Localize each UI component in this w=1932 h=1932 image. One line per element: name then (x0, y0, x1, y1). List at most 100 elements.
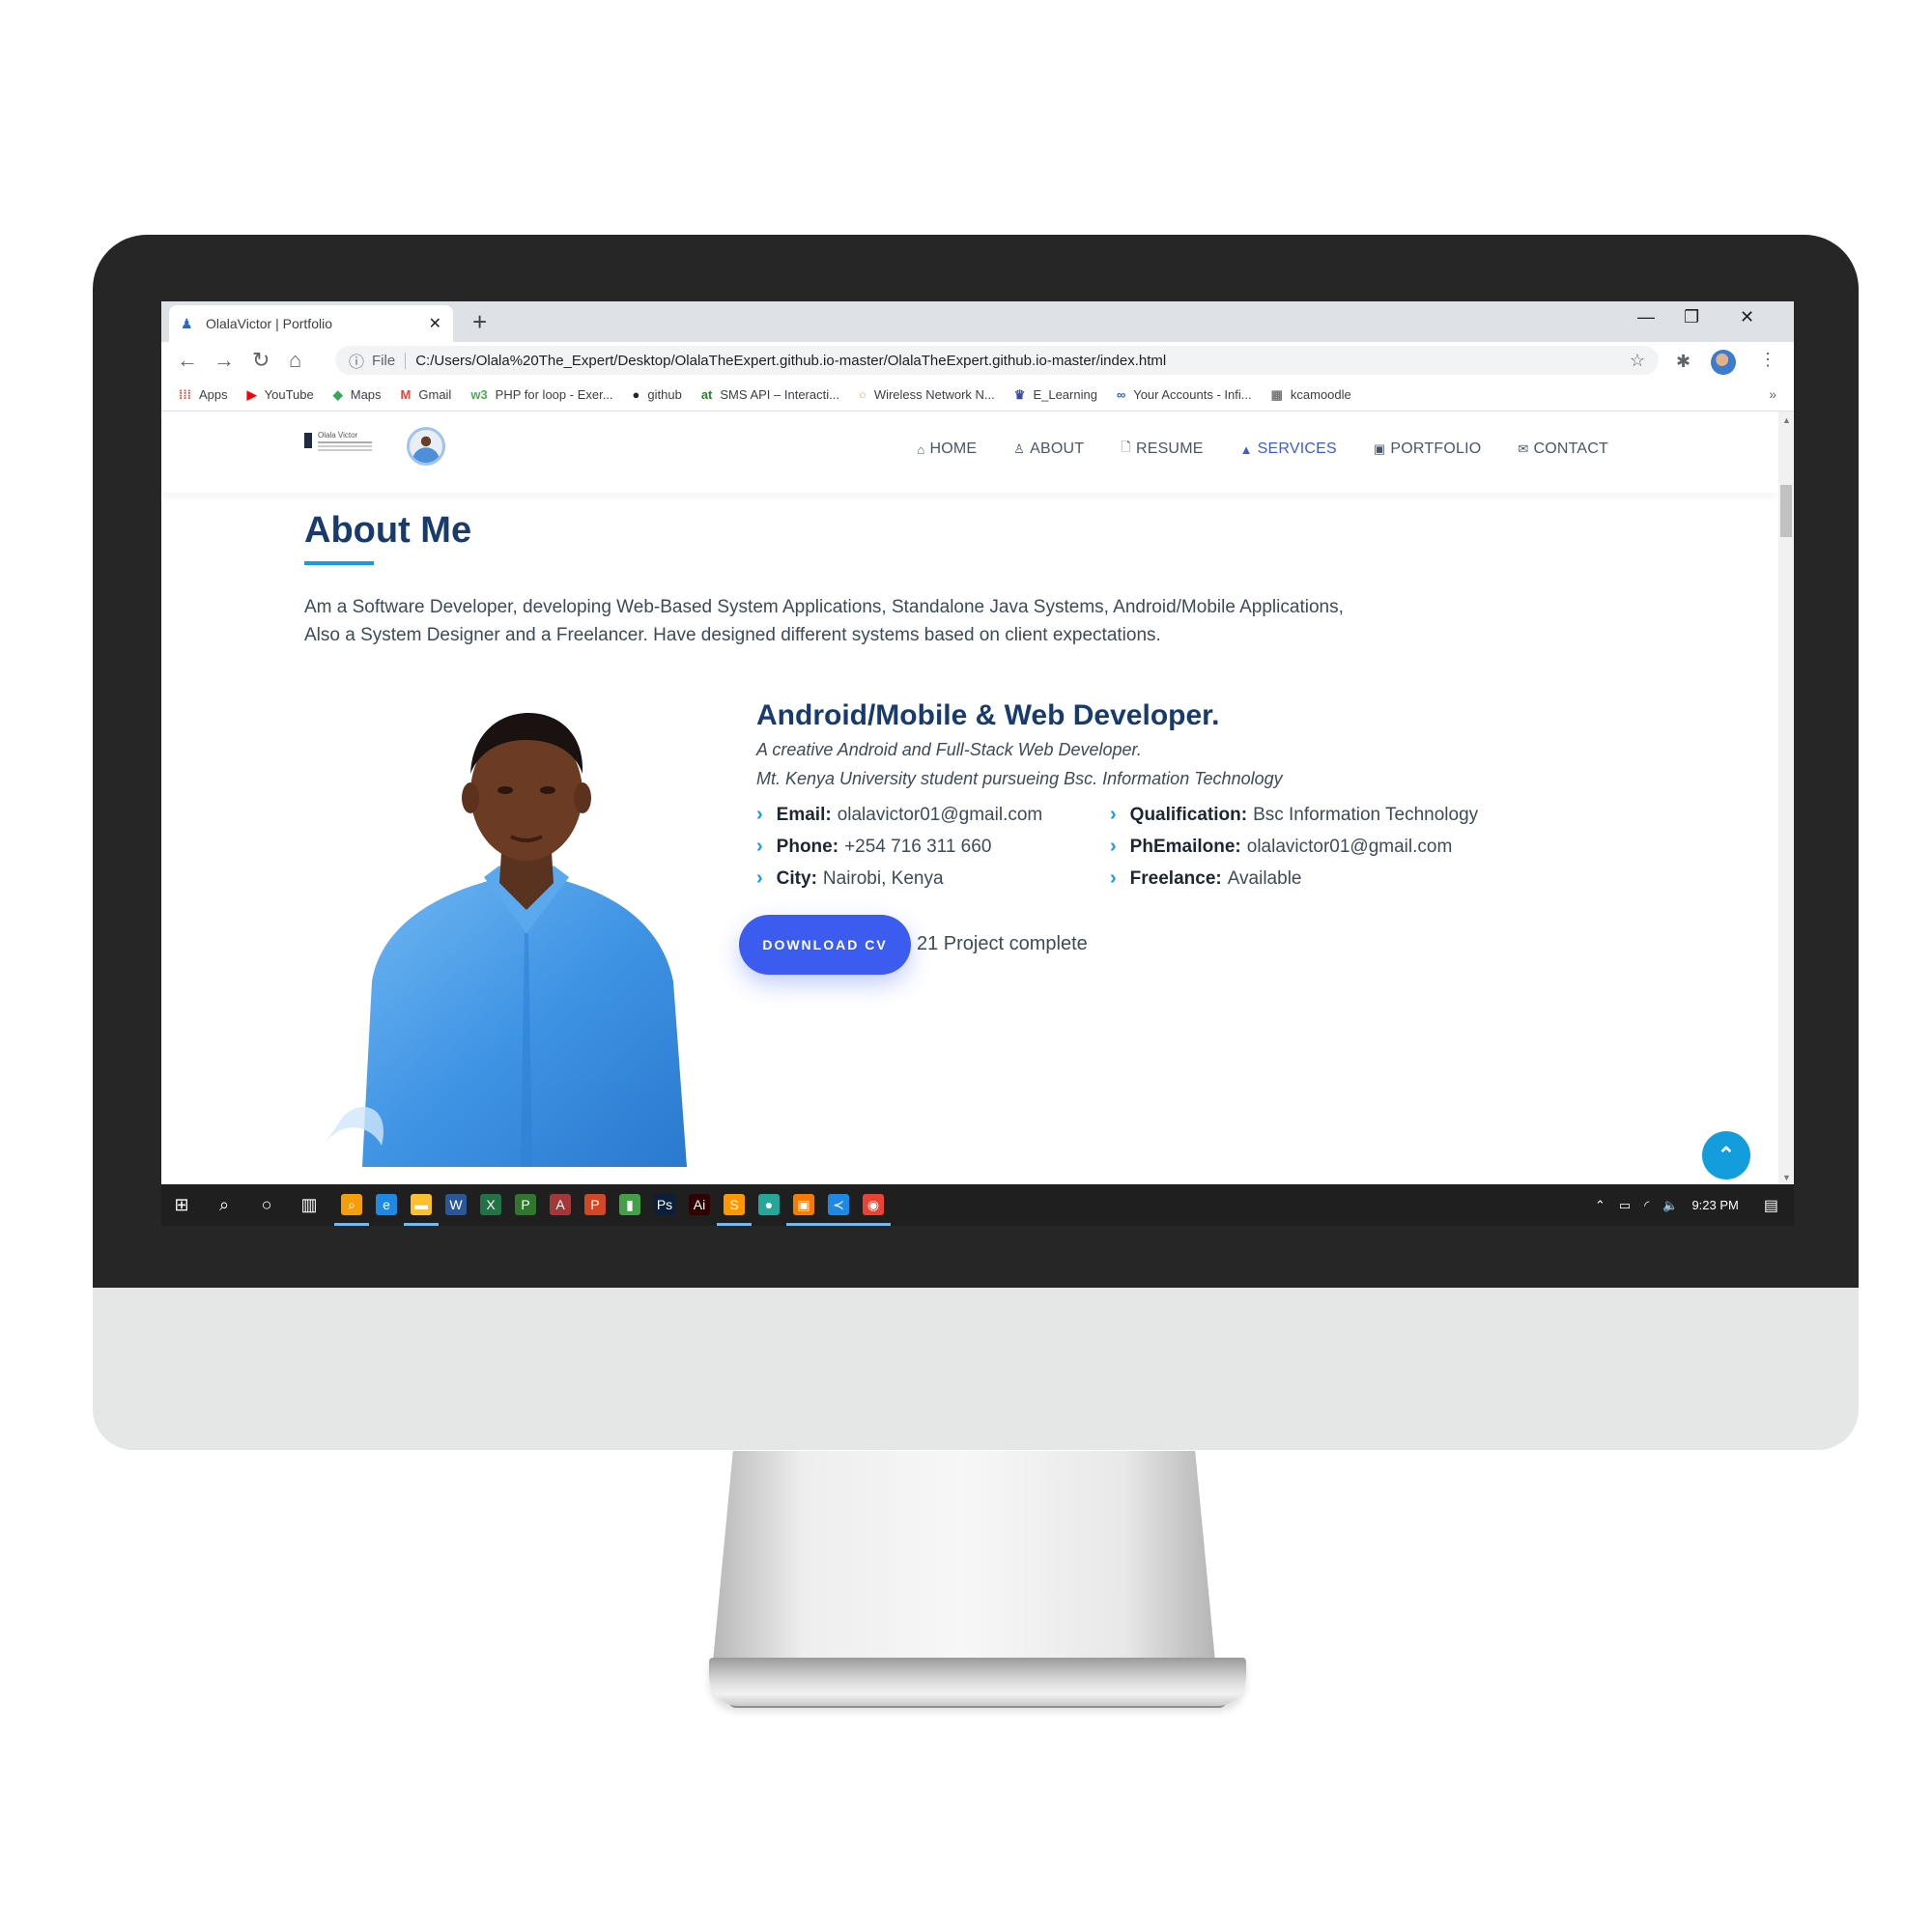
illustrator-icon[interactable]: Ai (689, 1194, 710, 1215)
bookmark-label: PHP for loop - Exer... (495, 387, 613, 402)
orange-app-icon[interactable]: ▣ (793, 1194, 814, 1215)
access-icon[interactable]: A (550, 1194, 571, 1215)
role-title: Android/Mobile & Web Developer. (756, 699, 1220, 731)
nav-resume[interactable]: 🗋 RESUME (1121, 439, 1203, 460)
window-close-button[interactable]: ✕ (1740, 307, 1754, 327)
info-value: Available (1227, 867, 1302, 889)
header-avatar[interactable] (407, 427, 445, 466)
cortana-icon[interactable]: ○ (256, 1194, 277, 1215)
excel-icon[interactable]: X (480, 1194, 501, 1215)
scroll-down-icon[interactable]: ▼ (1782, 1173, 1791, 1182)
maps-icon: ◆ (332, 386, 343, 402)
bookmark-label: Maps (350, 387, 382, 402)
green-app-icon[interactable]: ▮ (619, 1194, 640, 1215)
bookmark-star-icon[interactable]: ☆ (1630, 351, 1645, 371)
sms-icon: at (700, 387, 713, 402)
browser-tab-bar: ♟ OlalaVictor | Portfolio ✕ + — ❐ ✕ (161, 301, 1794, 342)
nav-home-icon: ⌂ (917, 441, 925, 457)
nav-about-icon: ♙ (1013, 441, 1026, 456)
bookmark-item[interactable]: ▶ YouTube (247, 387, 314, 403)
bookmark-item[interactable]: ○ Wireless Network N... (859, 387, 995, 403)
tab-close-icon[interactable]: ✕ (429, 314, 441, 333)
nav-label: PORTFOLIO (1390, 440, 1482, 457)
scrollbar-thumb[interactable] (1780, 485, 1792, 537)
elearning-icon: ♛ (1013, 386, 1026, 402)
url-text[interactable]: C:/Users/Olala%20The_Expert/Desktop/Olal… (415, 353, 1166, 369)
powerpoint-icon[interactable]: P (584, 1194, 606, 1215)
site-logo[interactable]: Olala Victor (304, 431, 374, 452)
info-value: Bsc Information Technology (1253, 804, 1479, 825)
clock[interactable]: 9:23 PM (1691, 1198, 1738, 1212)
github-icon: ● (632, 387, 640, 402)
edge-icon[interactable]: e (376, 1194, 397, 1215)
download-cv-button[interactable]: DOWNLOAD CV (739, 915, 911, 975)
back-to-top-button[interactable]: ⌃ (1702, 1131, 1750, 1179)
running-indicator (786, 1223, 821, 1226)
battery-icon[interactable]: ▭ (1619, 1198, 1631, 1213)
nav-contact[interactable]: ✉ CONTACT (1518, 439, 1608, 460)
infinity-icon: ∞ (1116, 387, 1126, 402)
home-icon[interactable]: ⌂ (289, 348, 301, 373)
photoshop-icon[interactable]: Ps (654, 1194, 675, 1215)
notification-icon[interactable]: ▤ (1764, 1196, 1778, 1215)
bookmark-item[interactable]: at SMS API – Interacti... (701, 387, 839, 403)
about-description: Am a Software Developer, developing Web-… (304, 593, 1463, 649)
task-view-icon[interactable]: ▥ (298, 1194, 320, 1215)
page-scrollbar[interactable]: ▲ ▼ (1778, 412, 1794, 1184)
bookmark-item[interactable]: ⁞⁞⁞ Apps (179, 387, 228, 403)
bookmark-item[interactable]: ● github (633, 387, 682, 403)
search-app-icon[interactable]: ⌕ (341, 1194, 362, 1215)
nav-services[interactable]: ▲ SERVICES (1240, 439, 1337, 460)
info-item: › Phone: +254 716 311 660 (756, 836, 991, 858)
bookmark-item[interactable]: M Gmail (401, 387, 452, 403)
site-info-icon[interactable]: ⓘ (349, 349, 364, 372)
new-tab-button[interactable]: + (472, 307, 487, 337)
file-explorer-icon[interactable]: ▬ (411, 1194, 432, 1215)
green-circle-icon[interactable]: ● (758, 1194, 780, 1215)
nav-portfolio[interactable]: ▣ PORTFOLIO (1374, 439, 1481, 460)
nav-about[interactable]: ♙ ABOUT (1013, 439, 1084, 460)
chrome-icon[interactable]: ◉ (863, 1194, 884, 1215)
extensions-icon[interactable]: ✱ (1676, 352, 1690, 372)
bookmark-item[interactable]: ♛ E_Learning (1014, 387, 1097, 403)
bookmark-item[interactable]: ◆ Maps (333, 387, 382, 403)
volume-icon[interactable]: 🔈 (1662, 1198, 1678, 1213)
apps-grid-icon: ⁞⁞⁞ (179, 387, 191, 402)
nav-contact-icon: ✉ (1518, 441, 1529, 456)
nav-label: RESUME (1135, 440, 1204, 457)
word-icon[interactable]: W (445, 1194, 467, 1215)
bookmark-label: github (647, 387, 682, 402)
forward-icon[interactable]: → (213, 348, 235, 373)
vscode-icon[interactable]: ≺ (828, 1194, 849, 1215)
tray-overflow-icon[interactable]: ⌃ (1595, 1198, 1605, 1213)
profile-avatar[interactable] (1711, 350, 1736, 375)
sublime-icon[interactable]: S (724, 1194, 745, 1215)
restore-button[interactable]: ❐ (1684, 307, 1699, 327)
info-value: olalavictor01@gmail.com (1246, 836, 1453, 857)
chevron-right-icon: › (1110, 836, 1117, 857)
chevron-right-icon: › (756, 804, 763, 825)
start-icon[interactable]: ⊞ (171, 1194, 192, 1215)
bookmark-item[interactable]: w3 PHP for loop - Exer... (470, 387, 612, 403)
info-label: Qualification: (1129, 804, 1248, 825)
chevron-right-icon: › (1110, 804, 1117, 825)
bookmarks-overflow-icon[interactable]: » (1769, 386, 1776, 402)
bookmark-item[interactable]: ∞ Your Accounts - Infi... (1117, 387, 1252, 403)
bookmark-label: YouTube (264, 387, 314, 402)
search-icon[interactable]: ⌕ (213, 1194, 235, 1215)
minimize-button[interactable]: — (1637, 307, 1655, 327)
bookmark-label: Apps (199, 387, 228, 402)
project-icon[interactable]: P (515, 1194, 536, 1215)
address-bar[interactable]: ⓘ File C:/Users/Olala%20The_Expert/Deskt… (335, 346, 1659, 375)
wifi-icon[interactable]: ◜ (1644, 1198, 1649, 1213)
info-item: › Qualification: Bsc Information Technolog… (1110, 804, 1478, 826)
scroll-up-icon[interactable]: ▲ (1782, 415, 1791, 425)
back-icon[interactable]: ← (177, 348, 198, 373)
bookmark-item[interactable]: ▦ kcamoodle (1271, 387, 1351, 403)
browser-toolbar: ← → ↻ ⌂ ⓘ File C:/Users/Olala%20The_Expe… (161, 342, 1794, 379)
nav-home[interactable]: ⌂ HOME (917, 439, 977, 460)
info-label: PhEmailone: (1129, 836, 1241, 857)
browser-tab[interactable]: ♟ OlalaVictor | Portfolio ✕ (169, 305, 453, 342)
reload-icon[interactable]: ↻ (252, 348, 270, 373)
browser-menu-icon[interactable]: ⋮ (1759, 350, 1776, 370)
